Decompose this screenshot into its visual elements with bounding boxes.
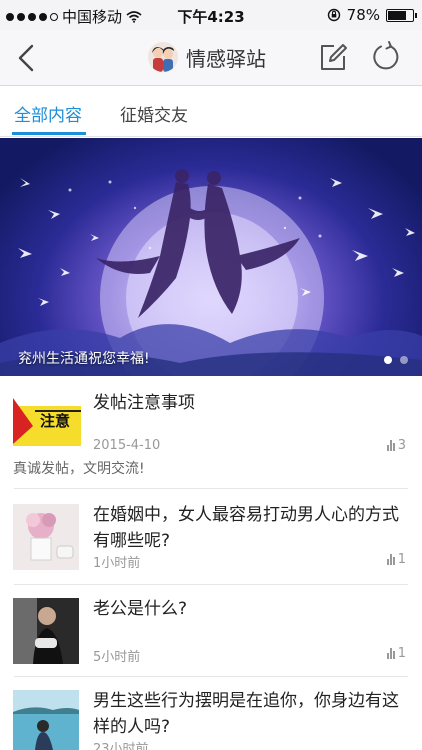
stats-bars-icon <box>386 648 395 659</box>
page-title: 情感驿站 <box>186 46 266 71</box>
notice-thumbnail: 注意 <box>13 388 81 450</box>
refresh-icon[interactable] <box>370 41 400 73</box>
status-bar: 中国移动 下午4:23 78% <box>0 0 422 30</box>
active-tab-indicator <box>12 132 86 135</box>
carousel-page-indicator <box>384 356 408 364</box>
page-dot[interactable] <box>400 356 408 364</box>
battery-percent: 78% <box>346 6 380 24</box>
back-chevron-icon[interactable] <box>12 40 42 76</box>
tab-all-content[interactable]: 全部内容 <box>14 101 82 126</box>
banner-illustration <box>0 169 422 376</box>
list-item[interactable]: 在婚姻中，女人最容易打动男人心的方式有哪些呢? 1小时前 1 <box>0 490 422 588</box>
list-item[interactable]: 老公是什么? 5小时前 1 <box>0 586 422 678</box>
edit-icon[interactable] <box>318 42 348 72</box>
view-count-value: 3 <box>397 438 406 453</box>
banner-carousel[interactable]: 兖州生活通祝您幸福! <box>0 138 422 376</box>
post-title[interactable]: 老公是什么? <box>93 596 403 622</box>
status-right: 78% <box>327 6 417 24</box>
tab-matchmaking[interactable]: 征婚交友 <box>120 101 188 126</box>
post-time: 23小时前 <box>93 742 149 750</box>
view-count-value: 1 <box>397 552 406 567</box>
page-dot-active[interactable] <box>384 356 392 364</box>
post-title[interactable]: 发帖注意事项 <box>93 390 403 416</box>
rotation-lock-icon <box>327 8 340 22</box>
banner-caption: 兖州生活通祝您幸福! <box>18 351 150 367</box>
post-thumbnail-flowers <box>13 504 79 570</box>
view-count: 1 <box>386 646 406 661</box>
battery-icon <box>386 8 417 22</box>
divider <box>14 488 408 489</box>
notice-thumbnail-text: 注意 <box>40 412 71 430</box>
post-title[interactable]: 男生这些行为摆明是在追你，你身边有这样的人吗? <box>93 688 403 740</box>
post-time: 1小时前 <box>93 556 141 571</box>
post-thumbnail-person <box>13 598 79 664</box>
post-date: 2015-4-10 <box>93 438 161 453</box>
divider <box>14 676 408 677</box>
content-tabs: 全部内容 征婚交友 <box>0 87 422 137</box>
view-count: 3 <box>386 438 406 453</box>
view-count: 1 <box>386 552 406 567</box>
view-count-value: 1 <box>397 646 406 661</box>
post-subtitle: 真诚发帖，文明交流! <box>13 461 145 477</box>
list-item[interactable]: 男生这些行为摆明是在追你，你身边有这样的人吗? 23小时前 <box>0 678 422 750</box>
navigation-bar: 情感驿站 <box>0 30 422 86</box>
post-title[interactable]: 在婚姻中，女人最容易打动男人心的方式有哪些呢? <box>93 502 403 554</box>
post-time: 5小时前 <box>93 650 141 665</box>
post-thumbnail-lake <box>13 690 79 750</box>
stats-bars-icon <box>386 440 395 451</box>
list-item[interactable]: 注意 发帖注意事项 2015-4-10 3 真诚发帖，文明交流! <box>0 376 422 489</box>
divider <box>14 584 408 585</box>
nav-title-group: 情感驿站 <box>148 42 266 72</box>
stats-bars-icon <box>386 554 395 565</box>
couple-avatar <box>148 42 178 72</box>
